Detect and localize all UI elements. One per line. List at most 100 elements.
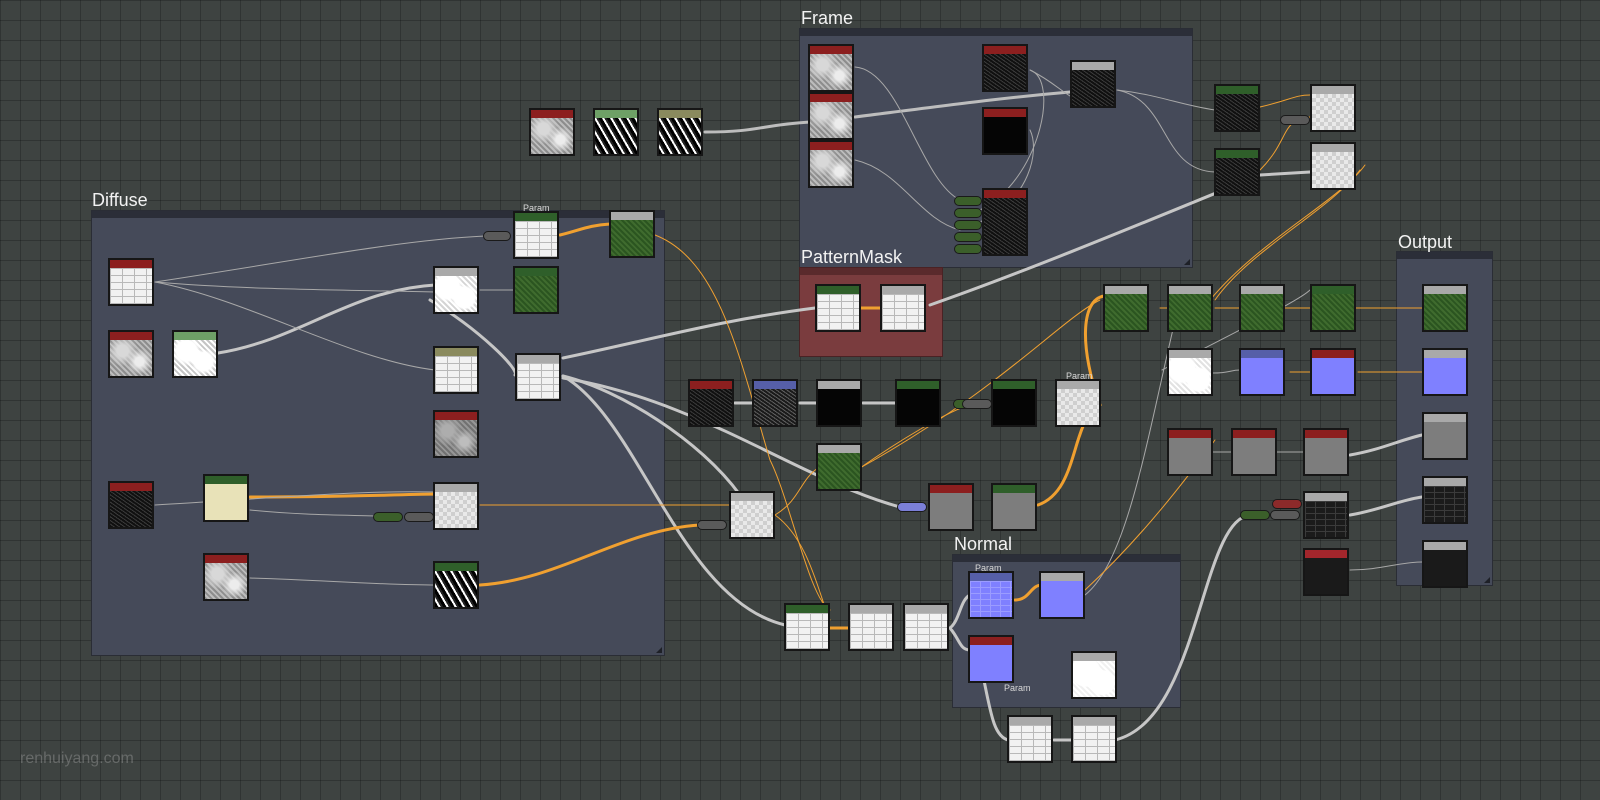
node-gradient-map[interactable] [1214, 84, 1260, 132]
node-instance[interactable] [808, 92, 854, 140]
node-blend[interactable] [1303, 491, 1349, 539]
node-instance[interactable] [982, 44, 1028, 92]
node-blend[interactable] [816, 379, 862, 427]
node-instance[interactable] [108, 258, 154, 306]
value-pill[interactable] [954, 196, 982, 206]
node-instance[interactable] [808, 44, 854, 92]
node-blend[interactable] [515, 353, 561, 401]
node-header [1241, 286, 1283, 294]
node-header [205, 476, 247, 484]
node-blend[interactable] [433, 482, 479, 530]
node-gradient-map[interactable] [203, 474, 249, 522]
node-levels[interactable] [172, 330, 218, 378]
node-header [786, 605, 828, 613]
node-gradient-map[interactable] [1214, 148, 1260, 196]
value-pill[interactable] [404, 512, 434, 522]
node-blend[interactable] [1007, 715, 1053, 763]
node-output-basecolor[interactable] [1422, 284, 1468, 332]
node-normal-combine[interactable] [1310, 348, 1356, 396]
node-instance[interactable] [203, 553, 249, 601]
node-grayscale-conversion[interactable] [1167, 348, 1213, 396]
node-output-normal[interactable] [1422, 348, 1468, 396]
node-blend[interactable] [433, 266, 479, 314]
value-pill[interactable] [954, 244, 982, 254]
node-gradient-map[interactable] [991, 379, 1037, 427]
frame-diffuse[interactable] [91, 210, 665, 656]
node-instance[interactable] [108, 330, 154, 378]
frame-header-bar[interactable] [800, 268, 942, 275]
node-instance[interactable] [688, 379, 734, 427]
node-gradient-map[interactable] [991, 483, 1037, 531]
node-output-roughness[interactable] [1422, 476, 1468, 524]
node-grayscale-conversion[interactable] [880, 284, 926, 332]
value-pill[interactable] [373, 512, 403, 522]
node-blur[interactable] [657, 108, 703, 156]
node-instance[interactable] [433, 410, 479, 458]
node-grayscale-conversion[interactable] [1071, 651, 1117, 699]
node-instance-multi[interactable] [982, 188, 1028, 256]
node-normal-color[interactable] [968, 635, 1014, 683]
node-gradient-map[interactable] [513, 211, 559, 259]
node-gradient-map[interactable] [815, 284, 861, 332]
node-blur[interactable] [433, 346, 479, 394]
graph-canvas[interactable]: Frame Diffuse PatternMask Output Normal [0, 0, 1600, 800]
node-header [1169, 430, 1211, 438]
node-blend[interactable] [1310, 142, 1356, 190]
value-pill[interactable] [483, 231, 511, 241]
resize-handle[interactable] [1184, 259, 1190, 265]
node-instance[interactable] [1231, 428, 1277, 476]
node-grayscale-conversion[interactable] [903, 603, 949, 651]
node-instance[interactable] [982, 107, 1028, 155]
value-pill[interactable] [1240, 510, 1270, 520]
node-header [515, 213, 557, 221]
value-pill[interactable] [954, 208, 982, 218]
value-pill[interactable] [1272, 499, 1302, 509]
value-pill[interactable] [962, 399, 992, 409]
node-blend[interactable] [1239, 284, 1285, 332]
node-instance[interactable] [808, 140, 854, 188]
frame-header-bar[interactable] [953, 555, 1180, 562]
node-gradient-map[interactable] [784, 603, 830, 651]
node-blend[interactable] [609, 210, 655, 258]
node-blend[interactable] [1055, 379, 1101, 427]
node-uniform-color[interactable] [1303, 548, 1349, 596]
value-pill[interactable] [697, 520, 727, 530]
value-pill[interactable] [1280, 115, 1310, 125]
value-pill[interactable] [954, 232, 982, 242]
node-instance[interactable] [1167, 428, 1213, 476]
node-header [970, 637, 1012, 645]
node-output-metallic[interactable] [1422, 540, 1468, 588]
node-blend[interactable] [1039, 571, 1085, 619]
resize-handle[interactable] [1484, 577, 1490, 583]
node-blend[interactable] [816, 443, 862, 491]
node-blend[interactable] [1310, 84, 1356, 132]
node-blend[interactable] [1167, 284, 1213, 332]
node-normal[interactable] [968, 571, 1014, 619]
frame-header-bar[interactable] [92, 211, 664, 218]
node-gradient-map[interactable] [513, 266, 559, 314]
frame-header-bar[interactable] [800, 29, 1192, 36]
node-instance[interactable] [108, 481, 154, 529]
node-blend[interactable] [1103, 284, 1149, 332]
node-hsl[interactable] [1310, 284, 1356, 332]
node-instance[interactable] [529, 108, 575, 156]
value-pill[interactable] [954, 220, 982, 230]
node-header [435, 563, 477, 571]
node-blend[interactable] [848, 603, 894, 651]
node-blend[interactable] [1071, 715, 1117, 763]
node-instance[interactable] [928, 483, 974, 531]
node-normal[interactable] [1239, 348, 1285, 396]
node-transformation-2d[interactable] [752, 379, 798, 427]
node-gradient-map[interactable] [433, 561, 479, 609]
node-blend[interactable] [1070, 60, 1116, 108]
node-header [810, 142, 852, 150]
frame-header-bar[interactable] [1397, 252, 1492, 259]
node-gradient-map[interactable] [895, 379, 941, 427]
value-pill[interactable] [1270, 510, 1300, 520]
resize-handle[interactable] [656, 647, 662, 653]
node-output-height[interactable] [1422, 412, 1468, 460]
node-blend[interactable] [729, 491, 775, 539]
node-instance[interactable] [1303, 428, 1349, 476]
value-pill[interactable] [897, 502, 927, 512]
node-levels[interactable] [593, 108, 639, 156]
